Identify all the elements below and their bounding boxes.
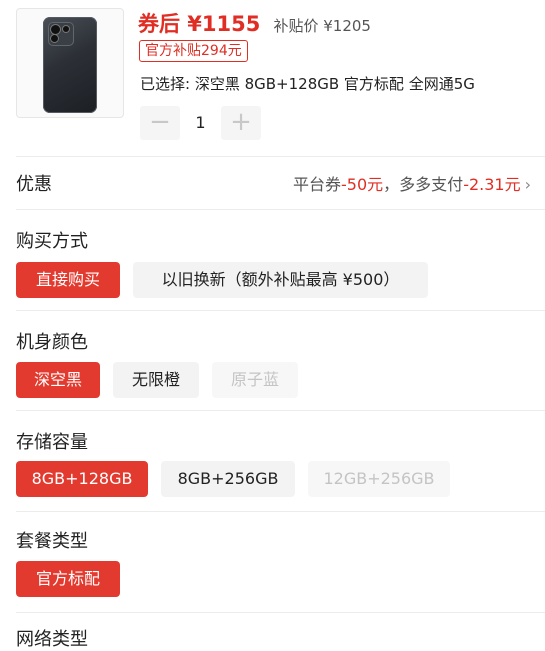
network-section-title: 网络类型 [16,629,88,650]
divider [16,612,545,613]
divider [16,410,545,411]
chevron-right-icon: › [524,175,531,194]
option-direct-purchase[interactable]: 直接购买 [16,262,120,298]
discount-detail: 平台券-50元，多多支付-2.31元 › [293,171,531,195]
phone-icon [43,17,97,113]
pay-discount-value: -2.31元 [463,175,521,194]
option-storage-12-256[interactable]: 12GB+256GB [308,461,450,497]
option-color-space-black[interactable]: 深空黑 [16,362,100,398]
divider [16,511,545,512]
camera-module-icon [48,22,74,46]
discount-separator: ， [383,175,400,194]
lens-icon [51,25,60,34]
price-line: 券后 ¥1155 补贴价 ¥1205 [138,8,371,38]
subsidy-badge: 官方补贴294元 [139,40,248,62]
lens-icon [51,35,58,42]
product-image[interactable] [16,8,124,118]
package-section-title: 套餐类型 [16,531,88,552]
storage-section-title: 存储容量 [16,432,88,453]
purchase-method-title: 购买方式 [16,231,88,252]
platform-coupon-label: 平台券 [293,175,342,194]
increase-quantity-button[interactable]: + [221,106,261,140]
coupon-price: 券后 ¥1155 [138,12,261,36]
option-storage-8-256[interactable]: 8GB+256GB [161,461,295,497]
discount-row[interactable]: 优惠 平台券-50元，多多支付-2.31元 › [0,157,545,209]
option-trade-in[interactable]: 以旧换新（额外补贴最高 ¥500） [133,262,428,298]
pay-discount-label: 多多支付 [399,175,464,194]
lens-icon [63,26,69,32]
divider [16,209,545,210]
option-storage-8-128[interactable]: 8GB+128GB [16,461,148,497]
divider [16,310,545,311]
decrease-quantity-button[interactable]: − [140,106,180,140]
option-color-infinite-orange[interactable]: 无限橙 [113,362,199,398]
quantity-value[interactable]: 1 [180,106,221,140]
option-package-official[interactable]: 官方标配 [16,561,120,597]
option-color-atom-blue[interactable]: 原子蓝 [212,362,298,398]
color-section-title: 机身颜色 [16,332,88,353]
platform-coupon-value: -50元 [341,175,384,194]
selected-summary: 已选择: 深空黑 8GB+128GB 官方标配 全网通5G [140,75,475,93]
discount-title: 优惠 [16,174,52,195]
product-header: 券后 ¥1155 补贴价 ¥1205 官方补贴294元 已选择: 深空黑 8GB… [0,0,545,156]
subsidy-price: 补贴价 ¥1205 [273,17,371,35]
